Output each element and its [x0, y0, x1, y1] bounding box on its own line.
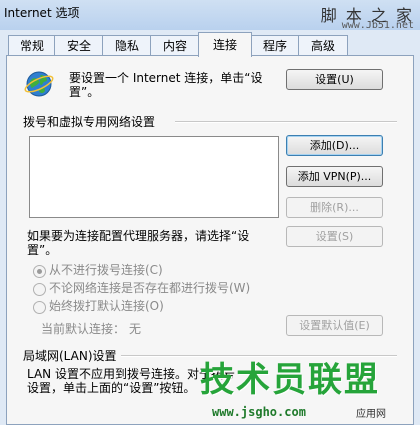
watermark-jsgho-url: www.jsgho.com: [212, 405, 306, 419]
proxy-text-line1: 如果要为连接配置代理服务器，请选择“设: [27, 229, 250, 243]
set-default-button[interactable]: 设置默认值(E): [286, 315, 383, 336]
title-bar: Internet 选项 脚 本 之 家 www.Jb51.net: [0, 0, 420, 31]
tab-advanced[interactable]: 高级: [298, 35, 348, 56]
dialup-connections-list[interactable]: [29, 136, 279, 218]
watermark-jsgho-logo: 技术员联盟: [200, 360, 380, 400]
radio-never-dial-label: 从不进行拨号连接(C): [49, 263, 163, 277]
tab-security[interactable]: 安全: [54, 35, 104, 56]
settings-button[interactable]: 设置(S): [286, 226, 383, 247]
radio-dial-whenever[interactable]: [33, 283, 46, 296]
add-vpn-button[interactable]: 添加 VPN(P)...: [286, 166, 383, 187]
setup-text-line2: 置”。: [69, 85, 100, 99]
internet-globe-icon: [24, 71, 54, 97]
setup-text-line1: 要设置一个 Internet 连接，单击“设: [69, 71, 263, 85]
dialup-section-title: 拨号和虚拟专用网络设置: [23, 115, 156, 129]
tab-connections[interactable]: 连接: [198, 32, 252, 57]
lan-text-line2: 设置，单击上面的“设置”按钮。: [27, 381, 196, 395]
lan-section-title: 局域网(LAN)设置: [23, 349, 117, 363]
remove-button[interactable]: 删除(R)...: [286, 197, 383, 218]
setup-button[interactable]: 设置(U): [286, 69, 383, 90]
current-default-label: 当前默认连接：: [41, 322, 126, 336]
tab-content[interactable]: 内容: [150, 35, 200, 56]
watermark-url: www.Jb51.net: [341, 20, 414, 31]
tab-programs[interactable]: 程序: [250, 35, 300, 56]
radio-never-dial[interactable]: [33, 265, 46, 278]
window-title: Internet 选项: [4, 6, 80, 20]
dialup-section-divider: [175, 121, 397, 123]
radio-always-dial[interactable]: [33, 301, 46, 314]
tab-general[interactable]: 常规: [8, 35, 56, 56]
tab-strip: 常规 安全 隐私 内容 连接 程序 高级: [6, 32, 414, 57]
add-button[interactable]: 添加(D)...: [286, 135, 383, 156]
watermark-jsgho-suffix: 应用网: [356, 409, 386, 420]
radio-always-dial-label: 始终拨打默认连接(O): [49, 299, 164, 313]
tab-privacy[interactable]: 隐私: [102, 35, 152, 56]
radio-dial-whenever-label: 不论网络连接是否存在都进行拨号(W): [49, 281, 251, 295]
proxy-text-line2: 置”。: [27, 243, 58, 257]
current-default-value: 无: [129, 322, 142, 336]
